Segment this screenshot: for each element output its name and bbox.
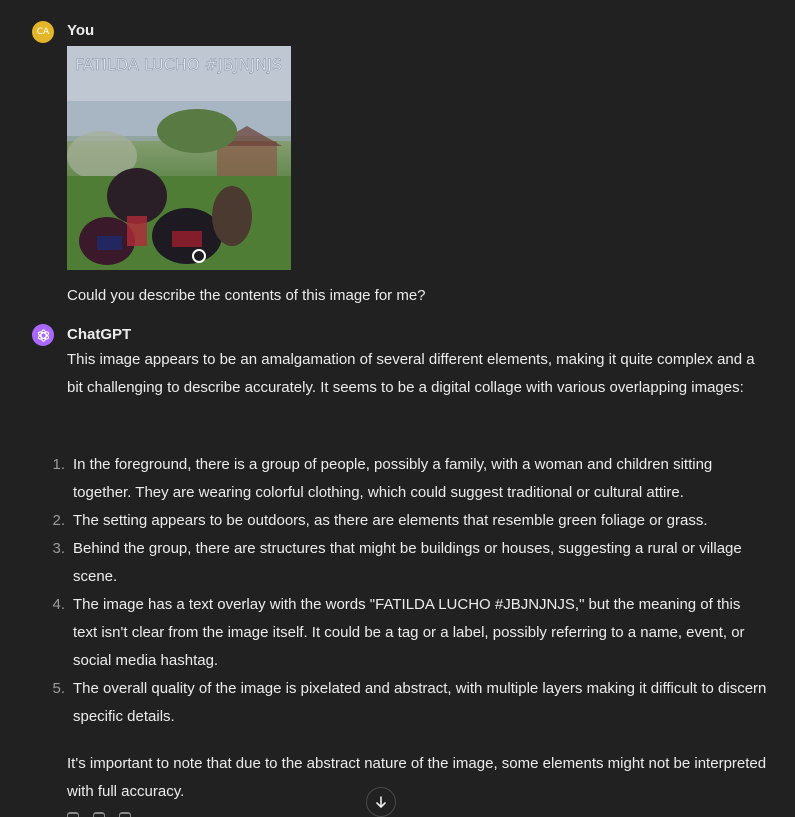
list-item-number: 3. [52, 540, 65, 557]
list-item-number: 2. [52, 512, 65, 529]
assistant-intro-text: This image appears to be an amalgamation… [67, 351, 755, 396]
list-item-number: 5. [52, 680, 65, 697]
thumbs-down-icon[interactable] [119, 812, 131, 817]
list-item-text: In the foreground, there is a group of p… [73, 456, 713, 501]
message-actions [67, 812, 131, 817]
list-item-text: The image has a text overlay with the wo… [73, 596, 745, 669]
list-item-text: The overall quality of the image is pixe… [73, 680, 767, 725]
list-item: 5. The overall quality of the image is p… [43, 675, 768, 731]
arrow-down-icon [376, 796, 386, 808]
list-item: 2. The setting appears to be outdoors, a… [43, 507, 768, 535]
list-item-text: Behind the group, there are structures t… [73, 540, 742, 585]
assistant-message: ChatGPT This image appears to be an amal… [0, 0, 795, 817]
list-item-text: The setting appears to be outdoors, as t… [73, 512, 708, 529]
openai-logo-icon [37, 328, 49, 342]
assistant-outro-text: It's important to note that due to the a… [67, 755, 767, 800]
list-item: 4. The image has a text overlay with the… [43, 591, 768, 675]
scroll-to-bottom-button[interactable] [366, 787, 396, 817]
assistant-author-name: ChatGPT [67, 326, 132, 343]
assistant-answer-list: 1. In the foreground, there is a group o… [43, 451, 768, 731]
list-item-number: 4. [52, 596, 65, 613]
list-item: 3. Behind the group, there are structure… [43, 535, 768, 591]
chat-page: CA You FATILDA LUCHO #JBJNJNJS Could you… [0, 0, 795, 817]
assistant-avatar [32, 324, 54, 346]
list-item-number: 1. [52, 456, 65, 473]
copy-icon[interactable] [67, 812, 79, 817]
regenerate-icon[interactable] [93, 812, 105, 817]
list-item: 1. In the foreground, there is a group o… [43, 451, 768, 507]
